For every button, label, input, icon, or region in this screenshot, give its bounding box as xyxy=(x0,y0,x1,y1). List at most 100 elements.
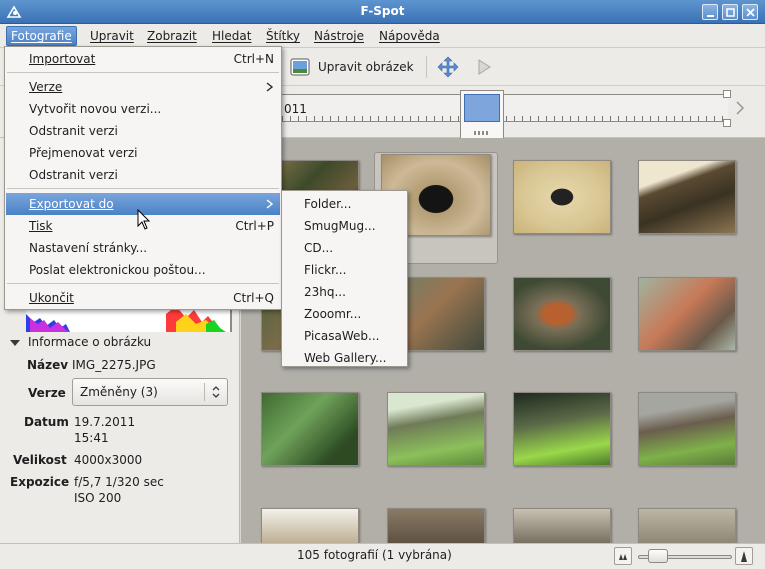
submenu-arrow-icon xyxy=(266,199,274,209)
select-arrows-icon xyxy=(212,386,220,398)
menu-item-accel: Ctrl+N xyxy=(233,52,274,66)
maximize-icon xyxy=(726,8,735,17)
photo-thumbnail[interactable] xyxy=(638,160,736,234)
menu-upravit[interactable]: Upravit xyxy=(86,26,138,46)
photo-thumbnail[interactable] xyxy=(513,277,611,351)
window-title: F-Spot xyxy=(360,4,405,18)
menu-item-import[interactable]: Importovat Ctrl+N xyxy=(6,48,280,70)
zoom-out-button[interactable] xyxy=(614,547,632,565)
menu-item-label: Poslat elektronickou poštou... xyxy=(29,263,206,277)
timeline-track[interactable] xyxy=(282,94,728,122)
export-cd[interactable]: CD... xyxy=(283,237,406,259)
menu-item-quit[interactable]: Ukončit Ctrl+Q xyxy=(6,287,280,309)
photo-thumbnail[interactable] xyxy=(261,392,359,466)
close-button[interactable] xyxy=(742,4,758,20)
maximize-button[interactable] xyxy=(722,4,738,20)
toolbar-separator xyxy=(426,56,427,78)
menu-item-create-version[interactable]: Vytvořit novou verzi... xyxy=(6,98,280,120)
menu-zobrazit[interactable]: Zobrazit xyxy=(143,26,201,46)
menu-item-label: CD... xyxy=(304,241,334,255)
export-submenu: Folder... SmugMug... CD... Flickr... 23h… xyxy=(281,190,408,367)
mouse-cursor-icon xyxy=(137,209,151,230)
export-smugmug[interactable]: SmugMug... xyxy=(283,215,406,237)
menu-item-label: Verze xyxy=(29,80,63,94)
zoom-in-button[interactable] xyxy=(735,547,753,565)
exposure-label: Expozice xyxy=(10,475,70,489)
photo-thumbnail[interactable] xyxy=(513,160,611,234)
photo-thumbnail[interactable] xyxy=(513,392,611,466)
menu-stitky[interactable]: Štítky xyxy=(262,26,304,46)
photo-thumbnail[interactable] xyxy=(638,508,736,543)
export-folder[interactable]: Folder... xyxy=(283,193,406,215)
photo-thumbnail[interactable] xyxy=(387,508,485,543)
menu-nastroje[interactable]: Nástroje xyxy=(310,26,368,46)
fullscreen-icon[interactable] xyxy=(437,56,459,78)
menu-item-label: Exportovat do xyxy=(29,197,114,211)
menu-item-label: Folder... xyxy=(304,197,352,211)
menu-item-accel: Ctrl+P xyxy=(235,219,274,233)
minimize-button[interactable] xyxy=(702,4,718,20)
export-picasaweb[interactable]: PicasaWeb... xyxy=(283,325,406,347)
menu-hledat[interactable]: Hledat xyxy=(208,26,255,46)
export-23hq[interactable]: 23hq... xyxy=(283,281,406,303)
menu-item-label: Flickr... xyxy=(304,263,347,277)
date-value: 19.7.2011 xyxy=(74,415,136,429)
menu-item-label: Ukončit xyxy=(29,291,74,305)
fotografie-menu: Importovat Ctrl+N Verze Vytvořit novou v… xyxy=(4,46,282,310)
menu-separator xyxy=(7,283,279,284)
menu-item-label: Přejmenovat verzi xyxy=(29,146,138,160)
menu-item-label: Web Gallery... xyxy=(304,351,387,365)
date-label: Datum xyxy=(24,415,69,429)
menu-fotografie[interactable]: Fotografie xyxy=(6,26,77,46)
timeline-handle-top[interactable] xyxy=(723,90,731,98)
photo-thumbnail[interactable] xyxy=(638,392,736,466)
menu-item-rename-version[interactable]: Přejmenovat verzi xyxy=(6,142,280,164)
export-flickr[interactable]: Flickr... xyxy=(283,259,406,281)
timeline-next-icon[interactable] xyxy=(735,101,745,115)
menu-item-versions[interactable]: Verze xyxy=(6,76,280,98)
time-value: 15:41 xyxy=(74,431,109,445)
zoom-in-icon xyxy=(741,551,747,562)
exposure-value: f/5,7 1/320 sec xyxy=(74,475,164,489)
size-value: 4000x3000 xyxy=(74,453,143,467)
zoom-slider-thumb[interactable] xyxy=(648,549,668,563)
info-section-header[interactable]: Informace o obrázku xyxy=(28,335,151,349)
timeline-glass[interactable] xyxy=(460,90,504,140)
version-select-value: Změněny (3) xyxy=(80,385,158,399)
timeline-ticks xyxy=(282,116,728,121)
slideshow-play-icon[interactable] xyxy=(475,58,493,76)
submenu-arrow-icon xyxy=(266,82,274,92)
menu-item-delete-version[interactable]: Odstranit verzi xyxy=(6,120,280,142)
expander-triangle-icon[interactable] xyxy=(9,338,21,348)
title-bar: F-Spot xyxy=(0,0,765,24)
photo-thumbnail[interactable] xyxy=(513,508,611,543)
menu-item-label: 23hq... xyxy=(304,285,346,299)
status-text: 105 fotografií (1 vybrána) xyxy=(297,548,452,562)
edit-image-icon xyxy=(290,58,310,76)
photo-thumbnail[interactable] xyxy=(638,277,736,351)
menu-item-label: Tisk xyxy=(29,219,53,233)
export-web-gallery[interactable]: Web Gallery... xyxy=(283,347,406,369)
menu-item-label: Nastavení stránky... xyxy=(29,241,148,255)
edit-image-button[interactable]: Upravit obrázek xyxy=(290,55,420,79)
photo-thumbnail[interactable] xyxy=(261,508,359,543)
menu-item-label: Odstranit verzi xyxy=(29,124,118,138)
status-bar: 105 fotografií (1 vybrána) xyxy=(0,543,765,569)
edit-image-label: Upravit obrázek xyxy=(318,60,414,74)
export-zooomr[interactable]: Zooomr... xyxy=(283,303,406,325)
timeline-handle-bottom[interactable] xyxy=(723,119,731,127)
version-label: Verze xyxy=(28,386,66,400)
menu-napoveda[interactable]: Nápověda xyxy=(375,26,444,46)
menu-item-label: Odstranit verzi xyxy=(29,168,118,182)
menu-item-label: Vytvořit novou verzi... xyxy=(29,102,162,116)
menu-item-page-setup[interactable]: Nastavení stránky... xyxy=(6,237,280,259)
version-select[interactable]: Změněny (3) xyxy=(72,378,228,406)
menu-item-label: Importovat xyxy=(29,52,96,66)
menu-bar: Fotografie Upravit Zobrazit Hledat Štítk… xyxy=(0,24,765,48)
photo-thumbnail[interactable] xyxy=(387,392,485,466)
iso-value: ISO 200 xyxy=(74,491,122,505)
menu-item-send-email[interactable]: Poslat elektronickou poštou... xyxy=(6,259,280,281)
close-icon xyxy=(746,8,755,17)
menu-item-detach-version[interactable]: Odstranit verzi xyxy=(6,164,280,186)
minimize-icon xyxy=(707,15,714,17)
